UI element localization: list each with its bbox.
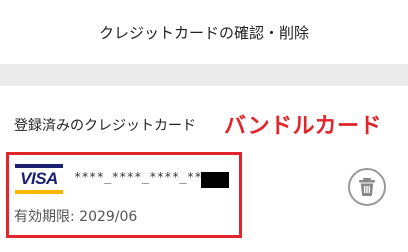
redaction-block (201, 172, 229, 188)
annotation-label: バンドルカード (224, 114, 382, 139)
card-expiry: 有効期限: 2029/06 (14, 206, 137, 226)
visa-band-top (15, 164, 63, 168)
visa-logo: VISA (15, 164, 63, 194)
expiry-value: 2029/06 (79, 209, 138, 225)
section-title: 登録済みのクレジットカード (14, 118, 196, 134)
trash-icon (359, 178, 375, 196)
card-number: ****_****_****_** (74, 170, 202, 184)
section-divider (0, 64, 408, 86)
visa-band-bottom (15, 190, 63, 194)
delete-card-button[interactable] (348, 168, 386, 206)
page-header: クレジットカードの確認・削除 (0, 0, 408, 64)
card-brand: VISA (20, 169, 58, 188)
page-title: クレジットカードの確認・削除 (98, 23, 309, 42)
expiry-label: 有効期限: (14, 209, 75, 225)
